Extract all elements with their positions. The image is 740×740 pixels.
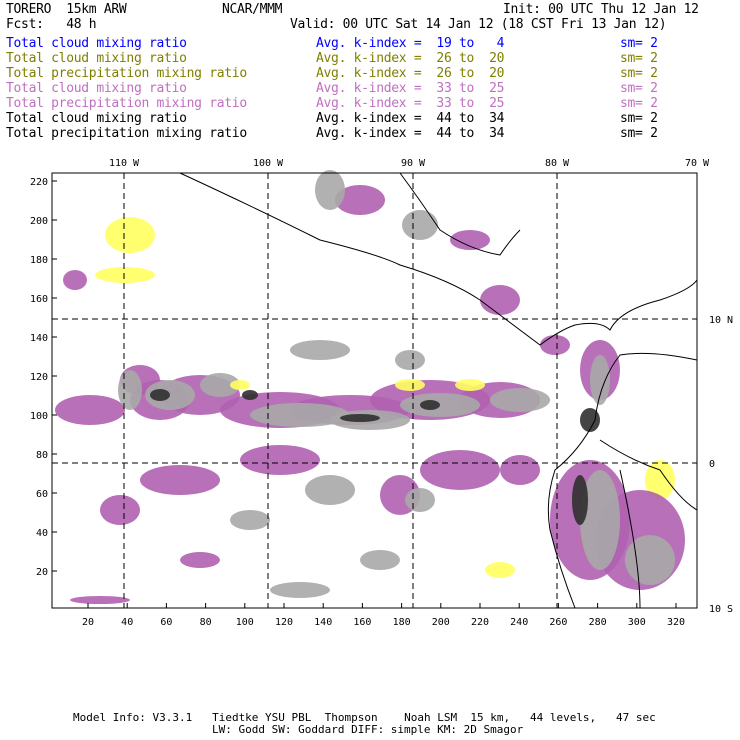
y-tick-label: 100 <box>30 411 48 422</box>
y-tick-label: 220 <box>30 177 48 188</box>
precip-area <box>395 379 425 391</box>
precip-area <box>270 582 330 598</box>
x-tick-label: 280 <box>589 617 607 628</box>
precip-area <box>315 170 345 210</box>
precip-area <box>500 455 540 485</box>
precip-area <box>242 390 258 400</box>
x-tick-label: 20 <box>82 617 94 628</box>
precip-area <box>572 475 588 525</box>
precip-area <box>150 389 170 401</box>
longitude-label: 70 W <box>685 158 710 169</box>
precip-area <box>140 465 220 495</box>
y-tick-label: 40 <box>36 528 48 539</box>
precip-area <box>240 445 320 475</box>
longitude-label: 100 W <box>253 158 284 169</box>
x-tick-label: 160 <box>353 617 371 628</box>
x-tick-label: 60 <box>160 617 172 628</box>
precip-area <box>230 510 270 530</box>
precip-area <box>455 379 485 391</box>
y-tick-label: 180 <box>30 255 48 266</box>
precip-area <box>230 380 250 390</box>
x-tick-label: 200 <box>432 617 450 628</box>
precip-area <box>405 488 435 512</box>
precip-area <box>490 388 550 412</box>
precip-area <box>180 552 220 568</box>
x-tick-label: 40 <box>121 617 133 628</box>
precip-area <box>485 562 515 578</box>
x-tick-label: 120 <box>275 617 293 628</box>
precip-area <box>420 450 500 490</box>
y-tick-label: 60 <box>36 489 48 500</box>
map-chart: 20 40 60 80 100 120 140 160 180 200 220 240 260 280 30… <box>30 158 733 628</box>
precip-area <box>55 395 125 425</box>
longitude-label: 80 W <box>545 158 570 169</box>
precip-area <box>360 550 400 570</box>
precip-area <box>100 495 140 525</box>
precip-area <box>395 350 425 370</box>
precip-area <box>480 285 520 315</box>
latitude-label: 10 N <box>709 315 733 326</box>
precip-area <box>402 210 438 240</box>
x-tick-label: 220 <box>471 617 489 628</box>
precip-area <box>95 267 155 283</box>
x-tick-label: 260 <box>549 617 567 628</box>
x-tick-label: 140 <box>314 617 332 628</box>
model-info-line2: LW: Godd SW: Goddard DIFF: simple KM: 2D… <box>212 723 524 736</box>
y-tick-label: 80 <box>36 450 48 461</box>
longitude-label: 90 W <box>401 158 426 169</box>
precip-area <box>290 340 350 360</box>
precip-area <box>63 270 87 290</box>
precip-area <box>420 400 440 410</box>
longitude-label: 110 W <box>109 158 140 169</box>
precip-area <box>70 596 130 604</box>
x-tick-label: 320 <box>667 617 685 628</box>
latitude-label: 10 S <box>709 604 733 615</box>
x-tick-label: 100 <box>236 617 254 628</box>
x-tick-label: 240 <box>510 617 528 628</box>
precip-area <box>625 535 675 585</box>
precip-area <box>105 217 155 253</box>
precip-area <box>540 335 570 355</box>
x-tick-label: 80 <box>200 617 212 628</box>
y-tick-label: 20 <box>36 567 48 578</box>
precip-area <box>340 414 380 422</box>
precip-area <box>118 370 142 410</box>
x-tick-label: 300 <box>628 617 646 628</box>
y-tick-label: 160 <box>30 294 48 305</box>
x-tick-label: 180 <box>393 617 411 628</box>
precip-area <box>590 355 610 405</box>
y-tick-label: 140 <box>30 333 48 344</box>
y-tick-label: 120 <box>30 372 48 383</box>
latitude-label: 0 <box>709 459 715 470</box>
y-tick-label: 200 <box>30 216 48 227</box>
precip-area <box>305 475 355 505</box>
